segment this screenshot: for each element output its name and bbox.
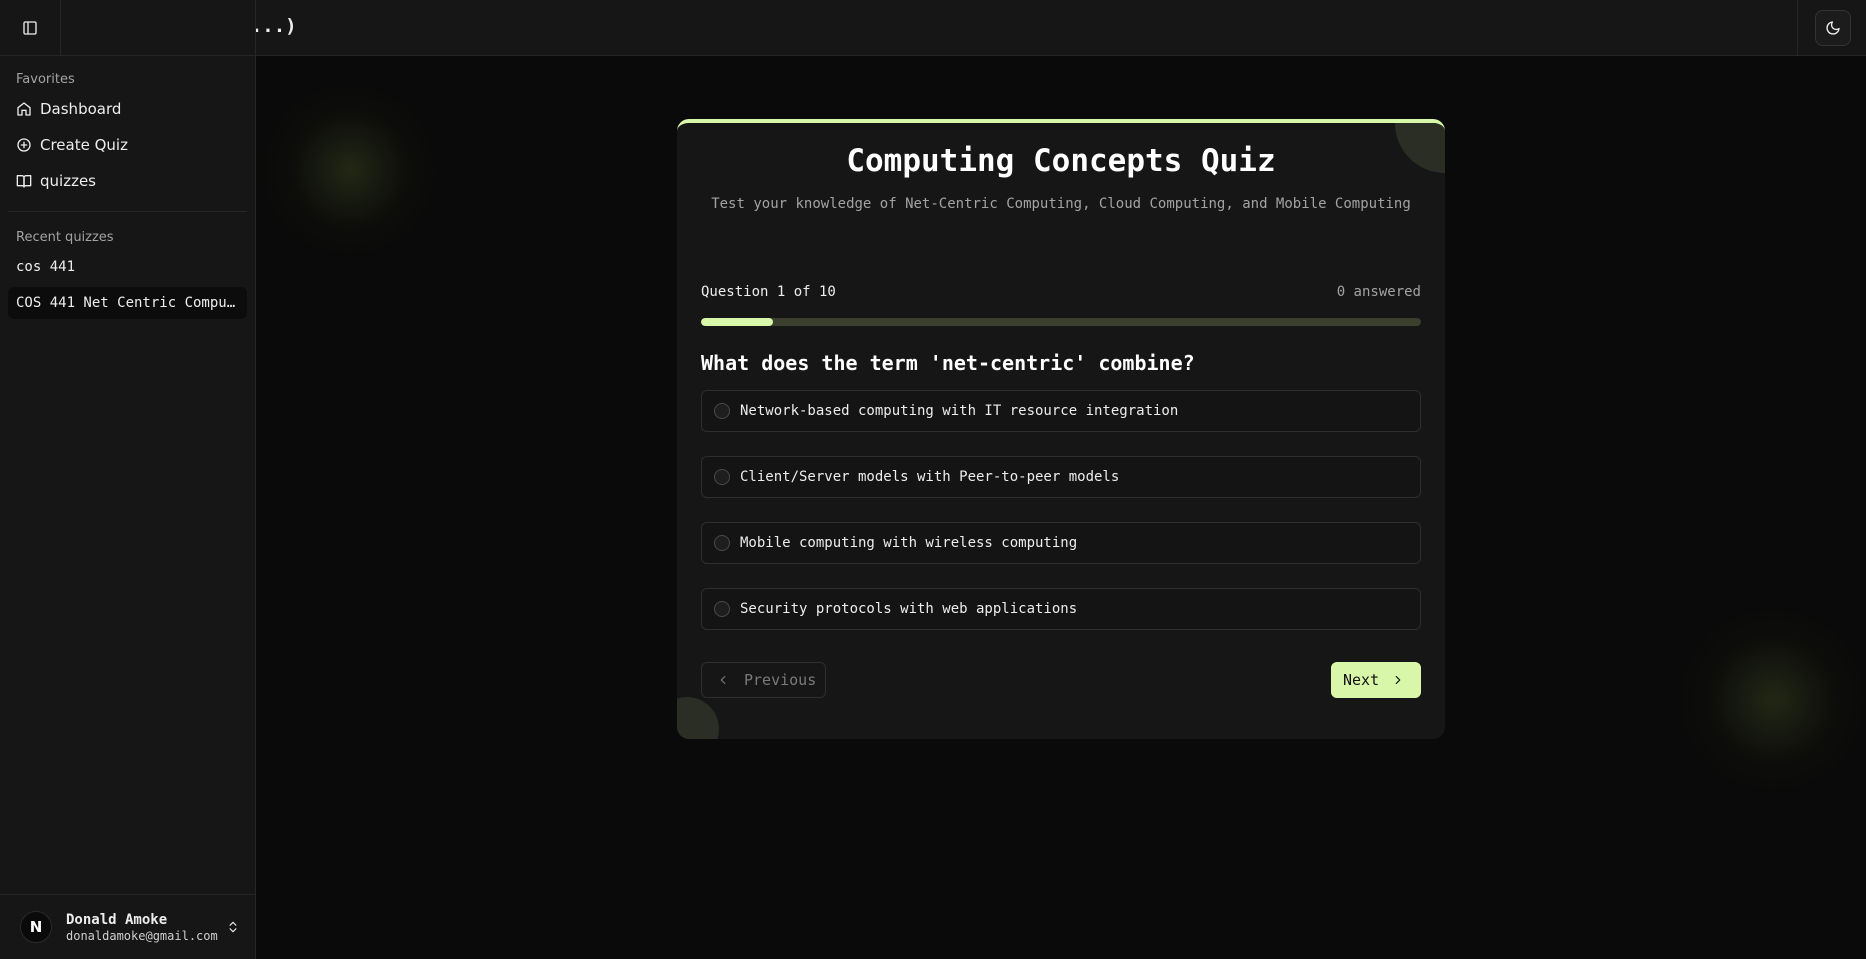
answer-option-label: Network-based computing with IT resource…: [740, 403, 1179, 419]
book-open-icon: [16, 173, 32, 189]
next-button[interactable]: Next: [1331, 662, 1421, 698]
progress-bar: [701, 318, 1421, 326]
chevron-left-icon: [716, 673, 730, 687]
radio-button[interactable]: [714, 535, 730, 551]
recent-quiz-label: cos 441: [16, 259, 76, 275]
sidebar-item-label: Create Quiz: [40, 136, 128, 154]
divider: [8, 211, 247, 212]
plus-circle-icon: [16, 137, 32, 153]
panel-left-icon: [22, 20, 38, 36]
sidebar-item-create-quiz[interactable]: Create Quiz: [8, 129, 247, 161]
favorites-label: Favorites: [16, 72, 75, 87]
user-menu[interactable]: N Donald Amoke donaldamoke@gmail.com: [0, 894, 256, 959]
answer-option[interactable]: Security protocols with web applications: [701, 588, 1421, 630]
top-bar: Quiz (e7fcf...): [0, 0, 1866, 56]
divider: [60, 0, 61, 56]
previous-button-label: Previous: [744, 671, 817, 689]
background-glow-left: [260, 80, 440, 260]
answered-count: 0 answered: [1336, 284, 1421, 300]
sidebar-header: [0, 0, 255, 56]
answer-option-label: Mobile computing with wireless computing: [740, 535, 1078, 551]
avatar: N: [20, 911, 52, 943]
answer-option[interactable]: Client/Server models with Peer-to-peer m…: [701, 456, 1421, 498]
theme-toggle-button[interactable]: [1815, 10, 1851, 46]
question-counter: Question 1 of 10: [701, 284, 836, 300]
next-button-label: Next: [1343, 671, 1380, 689]
quiz-title: Computing Concepts Quiz: [846, 143, 1276, 179]
home-icon: [16, 101, 32, 117]
user-email: donaldamoke@gmail.com: [66, 928, 218, 943]
chevron-right-icon: [1391, 673, 1405, 687]
answer-option-label: Security protocols with web applications: [740, 601, 1078, 617]
moon-icon: [1825, 20, 1841, 36]
recent-quizzes-label: Recent quizzes: [16, 230, 114, 245]
radio-button[interactable]: [714, 469, 730, 485]
sidebar: Favorites Dashboard Create Quiz quizzes …: [0, 0, 256, 959]
progress-bar-fill: [701, 318, 773, 326]
sidebar-item-label: Dashboard: [40, 100, 122, 118]
answer-option-label: Client/Server models with Peer-to-peer m…: [740, 469, 1120, 485]
answer-option[interactable]: Network-based computing with IT resource…: [701, 390, 1421, 432]
divider: [1797, 0, 1798, 56]
decorative-circle: [677, 697, 719, 739]
recent-quiz-item[interactable]: cos 441: [8, 251, 247, 283]
radio-button[interactable]: [714, 601, 730, 617]
background-glow-right: [1680, 600, 1866, 800]
sidebar-item-quizzes[interactable]: quizzes: [8, 165, 247, 197]
quiz-card: Computing Concepts Quiz Test your knowle…: [677, 119, 1445, 739]
radio-button[interactable]: [714, 403, 730, 419]
user-info: Donald Amoke donaldamoke@gmail.com: [66, 912, 226, 943]
sidebar-item-label: quizzes: [40, 172, 96, 190]
previous-button[interactable]: Previous: [701, 662, 826, 698]
answer-option[interactable]: Mobile computing with wireless computing: [701, 522, 1421, 564]
question-text: What does the term 'net-centric' combine…: [701, 351, 1195, 375]
sidebar-toggle-button[interactable]: [20, 18, 40, 38]
chevrons-up-down-icon: [226, 920, 240, 934]
recent-quiz-item-active[interactable]: COS 441 Net Centric Computing: [8, 287, 247, 319]
sidebar-item-dashboard[interactable]: Dashboard: [8, 93, 247, 125]
user-name: Donald Amoke: [66, 911, 168, 928]
quiz-subtitle: Test your knowledge of Net-Centric Compu…: [711, 196, 1411, 212]
recent-quiz-label: COS 441 Net Centric Computing: [16, 295, 239, 311]
